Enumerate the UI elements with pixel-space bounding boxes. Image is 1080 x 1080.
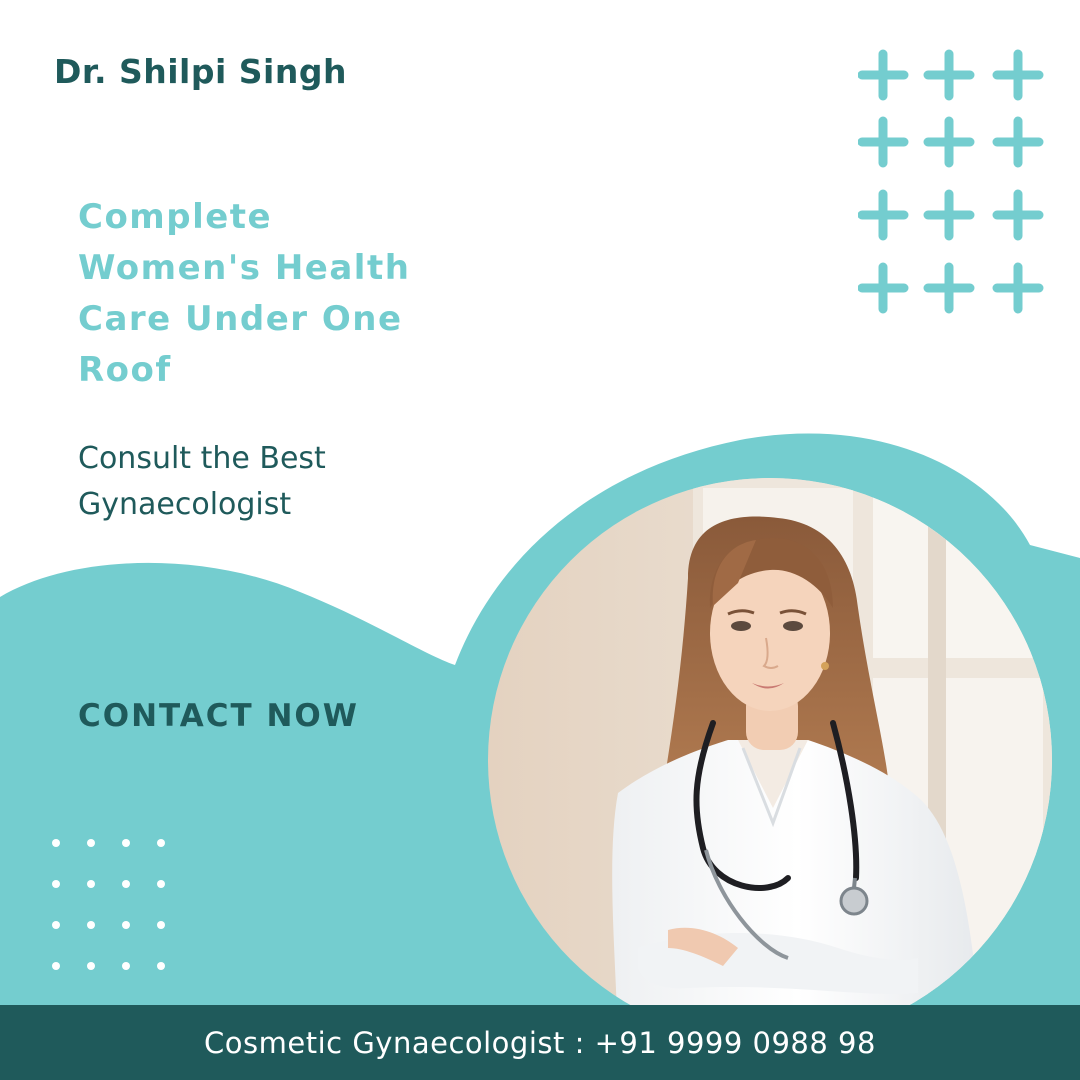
footer-contact-text[interactable]: Cosmetic Gynaecologist : +91 9999 0988 9… — [204, 1026, 876, 1060]
dot-grid-icon — [47, 836, 171, 972]
footer-bar: Cosmetic Gynaecologist : +91 9999 0988 9… — [0, 1005, 1080, 1080]
subheadline: Consult the Best Gynaecologist — [78, 441, 326, 522]
contact-now-button[interactable]: CONTACT NOW — [78, 698, 359, 734]
doctor-name: Dr. Shilpi Singh — [54, 52, 347, 91]
poster: Dr. Shilpi Singh Complete Women's Health… — [0, 0, 1080, 1080]
plus-grid-icon — [858, 44, 1044, 314]
doctor-photo — [488, 478, 1052, 1042]
headline: Complete Women's Health Care Under One R… — [78, 197, 411, 390]
